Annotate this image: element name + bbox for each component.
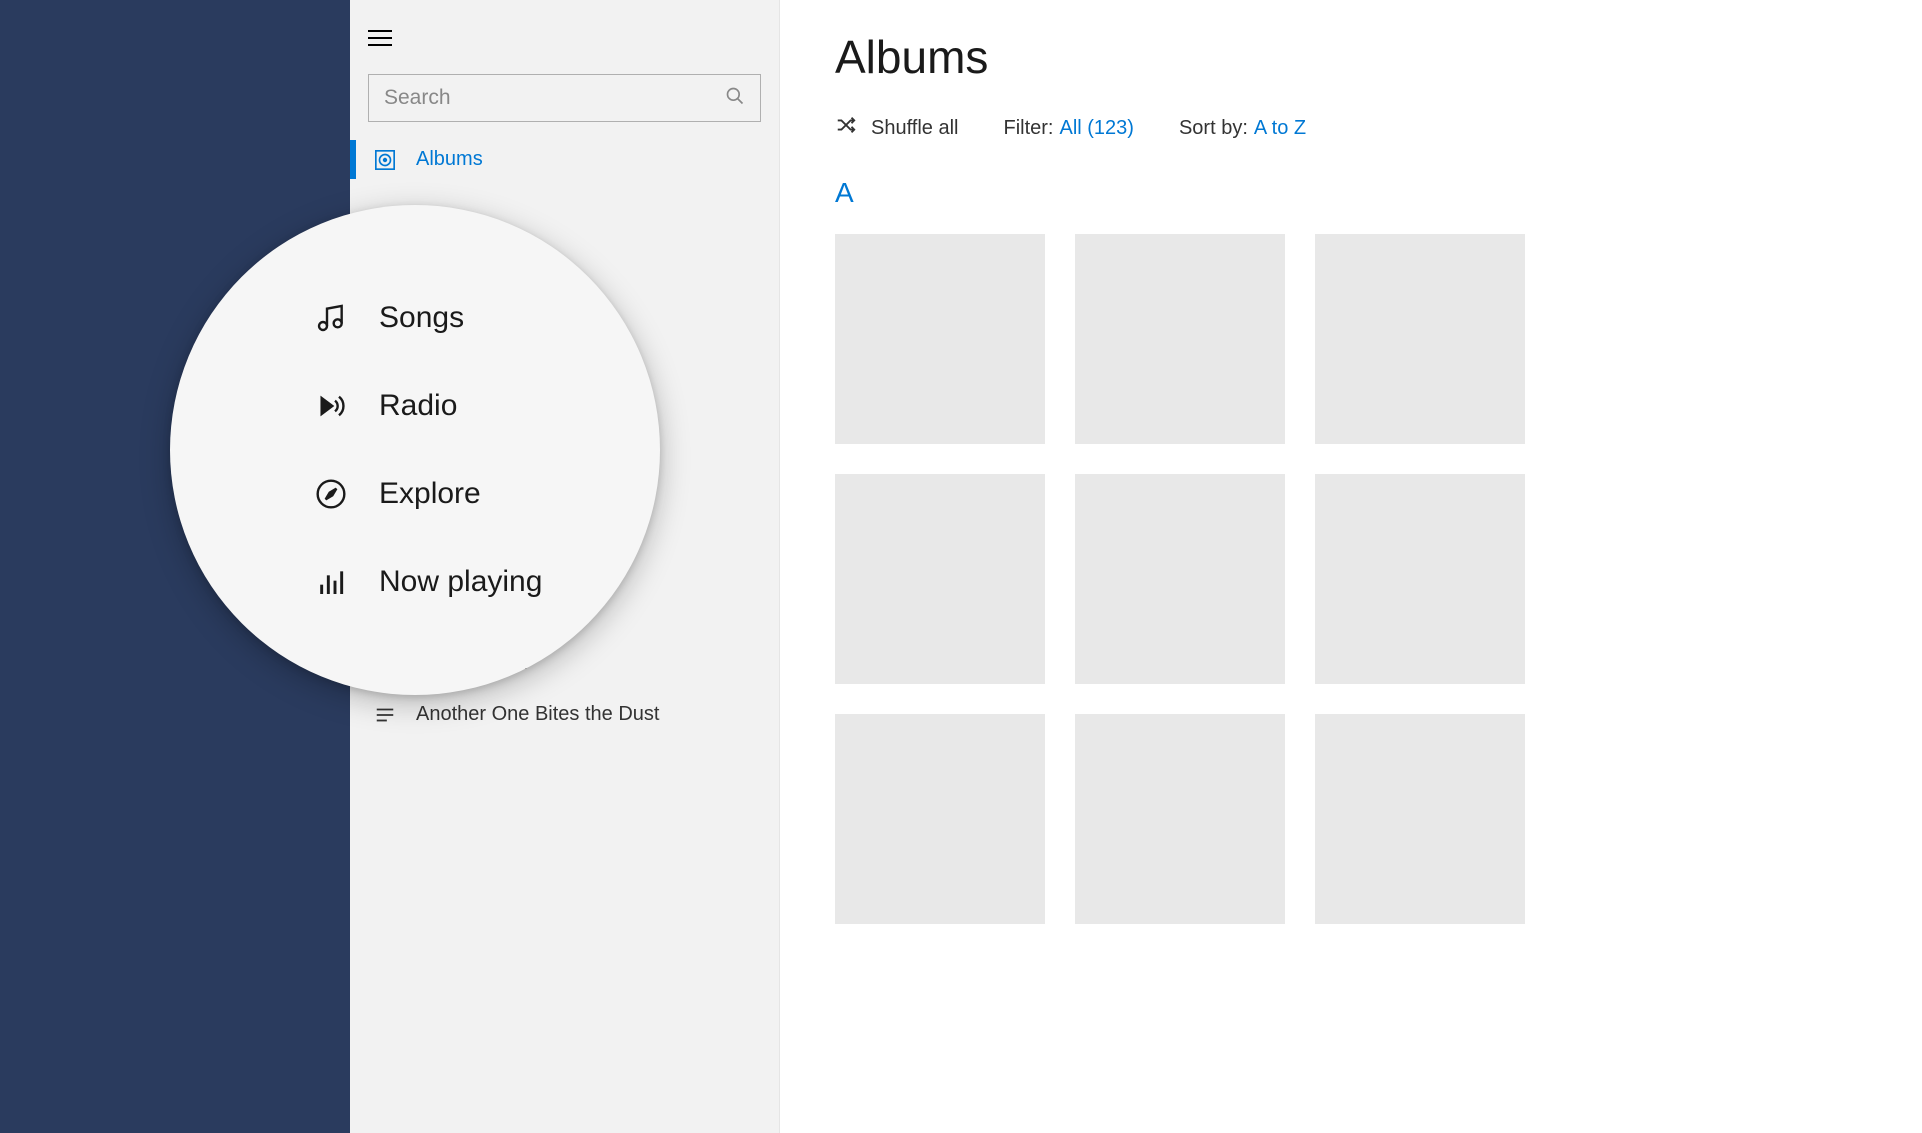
sort-control[interactable]: Sort by: A to Z bbox=[1179, 117, 1306, 140]
playlist-item[interactable]: Another One Bites the Dust bbox=[350, 689, 779, 740]
hamburger-menu-button[interactable] bbox=[350, 20, 410, 64]
shuffle-all-button[interactable]: Shuffle all bbox=[835, 114, 958, 142]
sidebar-item-radio[interactable]: Radio bbox=[315, 389, 660, 423]
sidebar-item-label: Albums bbox=[416, 148, 483, 171]
sidebar-item-explore[interactable]: Explore bbox=[315, 477, 660, 511]
sidebar-item-albums[interactable]: Albums bbox=[350, 132, 779, 187]
nav-label: Explore bbox=[379, 477, 481, 511]
album-grid bbox=[835, 234, 1867, 924]
sort-label: Sort by: bbox=[1179, 117, 1248, 140]
album-icon bbox=[374, 149, 396, 171]
album-tile[interactable] bbox=[1315, 234, 1525, 444]
filter-label: Filter: bbox=[1003, 117, 1053, 140]
hamburger-icon bbox=[368, 30, 392, 46]
nav-label: Now playing bbox=[379, 565, 542, 599]
album-tile[interactable] bbox=[1075, 714, 1285, 924]
album-tile[interactable] bbox=[835, 714, 1045, 924]
album-tile[interactable] bbox=[1075, 474, 1285, 684]
album-tile[interactable] bbox=[1075, 234, 1285, 444]
sort-value[interactable]: A to Z bbox=[1254, 117, 1306, 140]
album-tile[interactable] bbox=[1315, 474, 1525, 684]
sidebar-item-now-playing[interactable]: Now playing bbox=[315, 565, 660, 599]
section-letter[interactable]: A bbox=[835, 177, 1867, 209]
album-tile[interactable] bbox=[1315, 714, 1525, 924]
page-title: Albums bbox=[835, 30, 1867, 84]
nav-label: Radio bbox=[379, 389, 457, 423]
main-content: Albums Shuffle all Filter: All (123) Sor… bbox=[780, 0, 1922, 1133]
search-box[interactable] bbox=[368, 74, 761, 122]
magnifier-overlay: Songs Radio Explore bbox=[170, 205, 660, 695]
playlist-icon bbox=[374, 704, 396, 726]
compass-icon bbox=[315, 478, 347, 510]
nav-label: Songs bbox=[379, 301, 464, 335]
album-tile[interactable] bbox=[835, 234, 1045, 444]
search-input[interactable] bbox=[384, 86, 725, 110]
playlist-label: Another One Bites the Dust bbox=[416, 703, 659, 726]
album-tile[interactable] bbox=[835, 474, 1045, 684]
shuffle-icon bbox=[835, 114, 857, 142]
sidebar-item-songs[interactable]: Songs bbox=[315, 301, 660, 335]
filter-control[interactable]: Filter: All (123) bbox=[1003, 117, 1133, 140]
search-icon[interactable] bbox=[725, 86, 745, 111]
controls-row: Shuffle all Filter: All (123) Sort by: A… bbox=[835, 114, 1867, 142]
filter-value[interactable]: All (123) bbox=[1059, 117, 1133, 140]
equalizer-icon bbox=[315, 566, 347, 598]
radio-icon bbox=[315, 390, 347, 422]
shuffle-label: Shuffle all bbox=[871, 117, 958, 140]
music-note-icon bbox=[315, 302, 347, 334]
